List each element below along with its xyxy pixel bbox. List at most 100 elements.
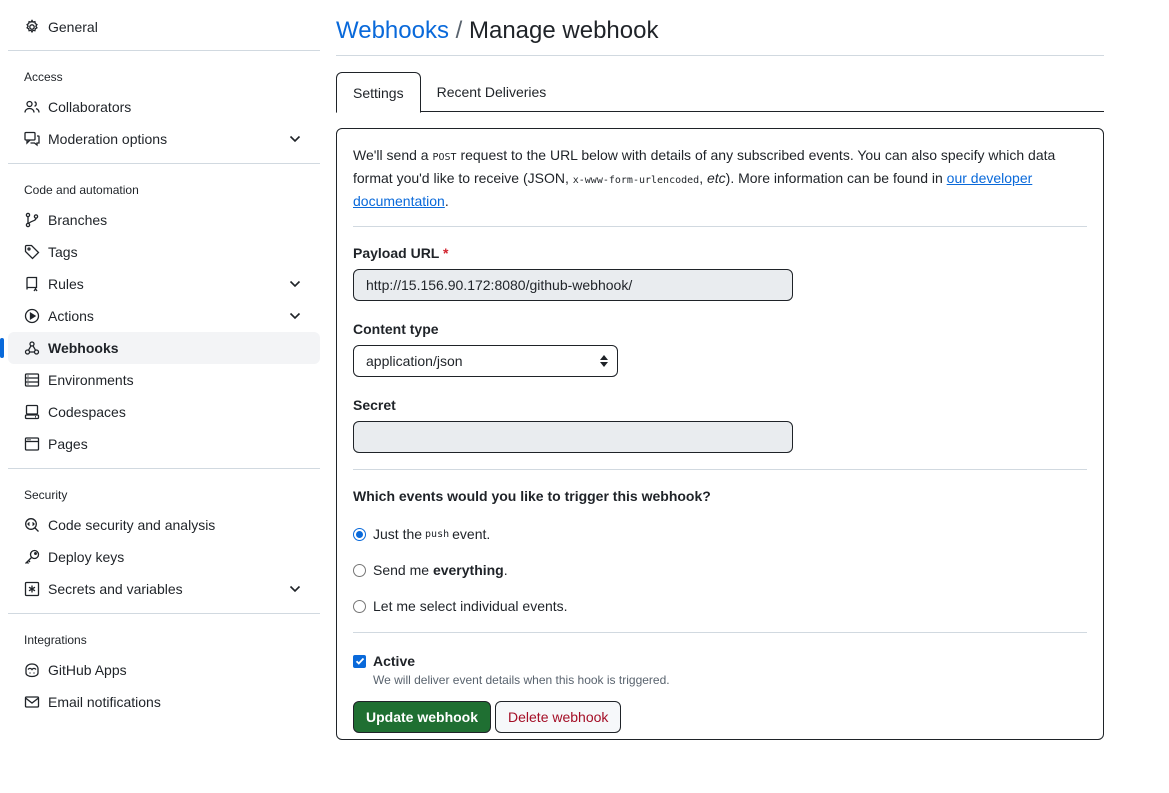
divider (353, 226, 1087, 227)
event-option-push[interactable]: Just the push event. (353, 516, 1087, 552)
option-text: event. (452, 526, 491, 542)
active-toggle[interactable]: Active (353, 651, 1087, 671)
radio-button[interactable] (353, 599, 366, 613)
sidebar-item-general[interactable]: General (8, 11, 320, 43)
radio-button[interactable] (353, 527, 366, 541)
sidebar-item-label: Collaborators (48, 99, 132, 115)
sidebar-item-label: Actions (48, 308, 94, 324)
payload-url-input[interactable]: http://15.156.90.172:8080/github-webhook… (353, 269, 793, 301)
gear-icon (24, 19, 40, 35)
payload-url-label-text: Payload URL (353, 245, 440, 261)
divider (8, 468, 320, 469)
section-heading-integrations: Integrations (24, 633, 87, 647)
delete-webhook-button[interactable]: Delete webhook (495, 701, 622, 733)
sidebar-item-rules[interactable]: Rules (8, 268, 320, 300)
intro-etc: etc (706, 170, 726, 186)
option-text: . (503, 562, 508, 578)
payload-url-label: Payload URL * (353, 245, 1087, 261)
option-bold: everything (432, 562, 504, 578)
sidebar-item-secrets-variables[interactable]: Secrets and variables (8, 573, 320, 605)
sidebar-item-branches[interactable]: Branches (8, 204, 320, 236)
divider (8, 613, 320, 614)
breadcrumb-webhooks-link[interactable]: Webhooks (336, 17, 449, 44)
divider (8, 50, 320, 51)
intro-part: . (444, 193, 449, 209)
sidebar-item-label: Codespaces (48, 404, 126, 420)
sidebar-item-label: GitHub Apps (48, 662, 127, 678)
browser-icon (24, 436, 40, 452)
sidebar-item-moderation-options[interactable]: Moderation options (8, 123, 320, 155)
page-title: Webhooks / Manage webhook (336, 17, 658, 45)
sidebar-item-label: Code security and analysis (48, 517, 216, 533)
chevron-down-icon[interactable] (288, 277, 302, 291)
mail-icon (24, 694, 40, 710)
repo-push-icon (24, 276, 40, 292)
event-option-everything[interactable]: Send me everything. (353, 552, 1087, 588)
settings-sidebar: General Access Collaborators Moderation … (0, 0, 320, 718)
tab-settings[interactable]: Settings (336, 72, 421, 113)
sidebar-item-email-notifications[interactable]: Email notifications (8, 686, 320, 718)
secret-input[interactable] (353, 421, 793, 453)
intro-part: ). More information can be found in (725, 170, 947, 186)
section-heading-code-automation: Code and automation (24, 183, 139, 197)
sidebar-item-label: Environments (48, 372, 134, 388)
content-type-select[interactable]: application/json (353, 345, 618, 377)
codescan-icon (24, 517, 40, 533)
sidebar-item-label: Secrets and variables (48, 581, 183, 597)
intro-part: We'll send a (353, 147, 433, 163)
tab-bar: Settings Recent Deliveries (336, 72, 1104, 113)
page-title-text: Manage webhook (468, 16, 659, 44)
breadcrumb-separator: / (448, 16, 469, 44)
key-icon (24, 549, 40, 565)
check-icon (355, 657, 364, 665)
divider (353, 469, 1087, 470)
key-asterisk-icon (24, 581, 40, 597)
content-type-label: Content type (353, 321, 439, 337)
tab-recent-deliveries[interactable]: Recent Deliveries (421, 72, 563, 112)
select-arrows-icon (600, 355, 608, 367)
sidebar-item-code-security[interactable]: Code security and analysis (8, 509, 320, 541)
option-text: Send me (373, 562, 433, 578)
secret-label: Secret (353, 397, 396, 413)
intro-text: We'll send a POST request to the URL bel… (353, 145, 1087, 212)
sidebar-item-tags[interactable]: Tags (8, 236, 320, 268)
active-checkbox[interactable] (353, 654, 366, 668)
active-note: We will deliver event details when this … (373, 673, 670, 687)
sidebar-item-label: Deploy keys (48, 549, 125, 565)
git-branch-icon (24, 212, 40, 228)
play-icon (24, 308, 40, 324)
update-webhook-button[interactable]: Update webhook (353, 701, 492, 733)
people-icon (24, 99, 40, 115)
option-code: push (425, 528, 450, 540)
required-mark: * (443, 245, 449, 261)
divider (8, 163, 320, 164)
sidebar-item-codespaces[interactable]: Codespaces (8, 396, 320, 428)
sidebar-item-label: Moderation options (48, 131, 168, 147)
codespaces-icon (24, 404, 40, 420)
sidebar-item-label: General (48, 19, 98, 35)
server-icon (24, 372, 40, 388)
chevron-down-icon[interactable] (288, 309, 302, 323)
sidebar-item-label: Webhooks (48, 340, 119, 356)
content-type-value: application/json (366, 353, 463, 369)
sidebar-item-deploy-keys[interactable]: Deploy keys (8, 541, 320, 573)
sidebar-item-actions[interactable]: Actions (8, 300, 320, 332)
event-option-individual[interactable]: Let me select individual events. (353, 588, 1087, 624)
radio-button[interactable] (353, 563, 366, 577)
chevron-down-icon[interactable] (288, 132, 302, 146)
sidebar-item-label: Tags (48, 244, 78, 260)
secret-group: Secret (353, 397, 1087, 453)
webhook-settings-panel: We'll send a POST request to the URL bel… (336, 128, 1104, 740)
content-type-group: Content type application/json (353, 321, 1087, 377)
payload-url-group: Payload URL * http://15.156.90.172:8080/… (353, 245, 1087, 301)
sidebar-item-github-apps[interactable]: GitHub Apps (8, 654, 320, 686)
sidebar-item-label: Branches (48, 212, 108, 228)
page-header: Webhooks / Manage webhook (336, 0, 1104, 56)
sidebar-item-environments[interactable]: Environments (8, 364, 320, 396)
sidebar-item-webhooks[interactable]: Webhooks (0, 332, 320, 364)
chevron-down-icon[interactable] (288, 582, 302, 596)
option-text: Just the (373, 526, 423, 542)
sidebar-item-collaborators[interactable]: Collaborators (8, 91, 320, 123)
sidebar-item-label: Rules (48, 276, 84, 292)
sidebar-item-pages[interactable]: Pages (8, 428, 320, 460)
